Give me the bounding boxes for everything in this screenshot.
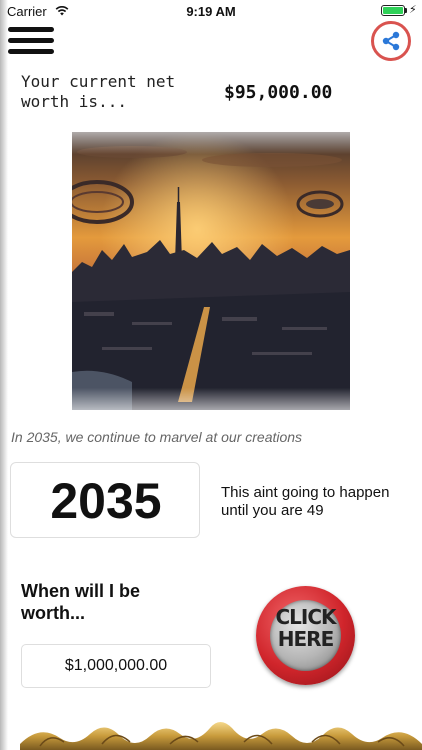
result-message: This aint going to happen until you are … [221,484,390,519]
battery-icon [381,5,405,16]
menu-bar-middle [8,38,54,43]
left-edge-shadow [0,0,8,750]
click-label-line1: CLICK [275,605,336,629]
share-icon [382,31,400,51]
net-worth-label: Your current net worth is... [21,72,176,111]
share-button[interactable] [371,21,411,61]
decorative-scroll-ornament [20,722,422,750]
target-value-field[interactable]: $1,000,000.00 [21,644,211,688]
click-here-button[interactable]: CLICK HERE [256,586,355,685]
battery-cap [405,8,407,13]
menu-bar-bottom [8,49,54,54]
hamburger-menu-button[interactable] [8,27,54,55]
result-year: 2035 [50,473,162,529]
charging-bolt-icon: ⚡ [409,4,417,16]
result-year-box: 2035 [10,462,200,538]
future-city-image [72,132,350,410]
target-value-text: $1,000,000.00 [64,657,168,674]
goal-question: When will I be worth... [21,581,141,623]
status-bar: Carrier 9:19 AM ⚡ [0,0,422,22]
click-label-line2: HERE [277,627,334,651]
image-caption: In 2035, we continue to marvel at our cr… [11,429,303,445]
clock: 9:19 AM [186,4,236,19]
click-button-label: CLICK HERE [270,606,341,650]
net-worth-value: $95,000.00 [224,82,333,103]
menu-bar-top [8,27,54,32]
